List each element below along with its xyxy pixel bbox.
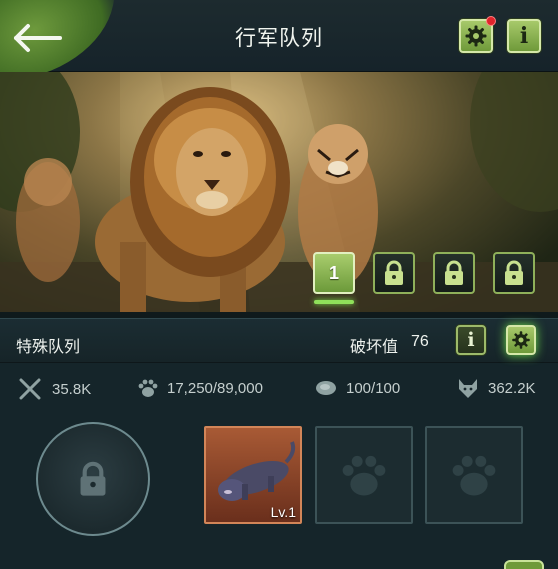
lock-icon xyxy=(445,260,463,285)
gear-icon xyxy=(465,25,487,47)
pet-slot-1[interactable]: Lv.1 xyxy=(204,426,302,524)
crossed-swords-icon xyxy=(19,378,41,400)
notification-dot xyxy=(486,16,496,26)
stat-capacity: 17,250/89,000 xyxy=(137,377,263,399)
info-icon: i xyxy=(519,23,529,49)
queue-tab-3-locked[interactable] xyxy=(433,252,475,294)
lock-icon xyxy=(385,260,403,285)
info-icon: i xyxy=(467,329,475,351)
paw-icon xyxy=(452,455,496,496)
commander-slot-locked[interactable] xyxy=(36,422,150,536)
gear-icon xyxy=(512,331,530,349)
next-panel-button-peek[interactable] xyxy=(504,560,544,569)
queue-tab-2-locked[interactable] xyxy=(373,252,415,294)
stat-power: 362.2K xyxy=(456,377,536,399)
pet-level: Lv.1 xyxy=(270,504,296,520)
queue-panel: 特殊队列 破坏值 76 i 35.8K 17,250/89,000 100/10… xyxy=(0,318,558,569)
queue-name: 特殊队列 xyxy=(16,339,81,356)
lock-icon xyxy=(80,461,106,496)
panel-info-button[interactable]: i xyxy=(456,325,486,355)
stat-stamina-value: 100/100 xyxy=(346,379,401,397)
stat-attack: 35.8K xyxy=(18,377,91,401)
active-tab-indicator xyxy=(314,300,354,304)
queue-tab-1[interactable]: 1 xyxy=(313,252,355,294)
queue-tab-number: 1 xyxy=(328,262,339,283)
queue-tab-4-locked[interactable] xyxy=(493,252,535,294)
paw-icon xyxy=(342,455,386,496)
stat-capacity-value: 17,250/89,000 xyxy=(167,379,263,397)
stat-stamina: 100/100 xyxy=(314,377,400,399)
stats-row: 35.8K 17,250/89,000 100/100 362.2K xyxy=(0,363,558,409)
panel-settings-button[interactable] xyxy=(506,325,536,355)
damage-label: 破坏值 xyxy=(350,339,399,356)
top-bar: 行军队列 i xyxy=(0,0,558,91)
lock-icon xyxy=(505,260,523,285)
queue-panel-header: 特殊队列 破坏值 76 i xyxy=(0,319,558,363)
stat-attack-value: 35.8K xyxy=(52,380,92,398)
paw-icon xyxy=(138,379,158,397)
pet-slot-3-empty[interactable] xyxy=(425,426,523,524)
meat-icon xyxy=(316,381,336,395)
info-button[interactable]: i xyxy=(507,19,541,53)
pet-slot-2-empty[interactable] xyxy=(315,426,413,524)
stat-power-value: 362.2K xyxy=(488,379,536,397)
wolf-head-icon xyxy=(459,379,477,398)
settings-button[interactable] xyxy=(459,16,496,53)
damage-value: 76 xyxy=(411,333,429,350)
